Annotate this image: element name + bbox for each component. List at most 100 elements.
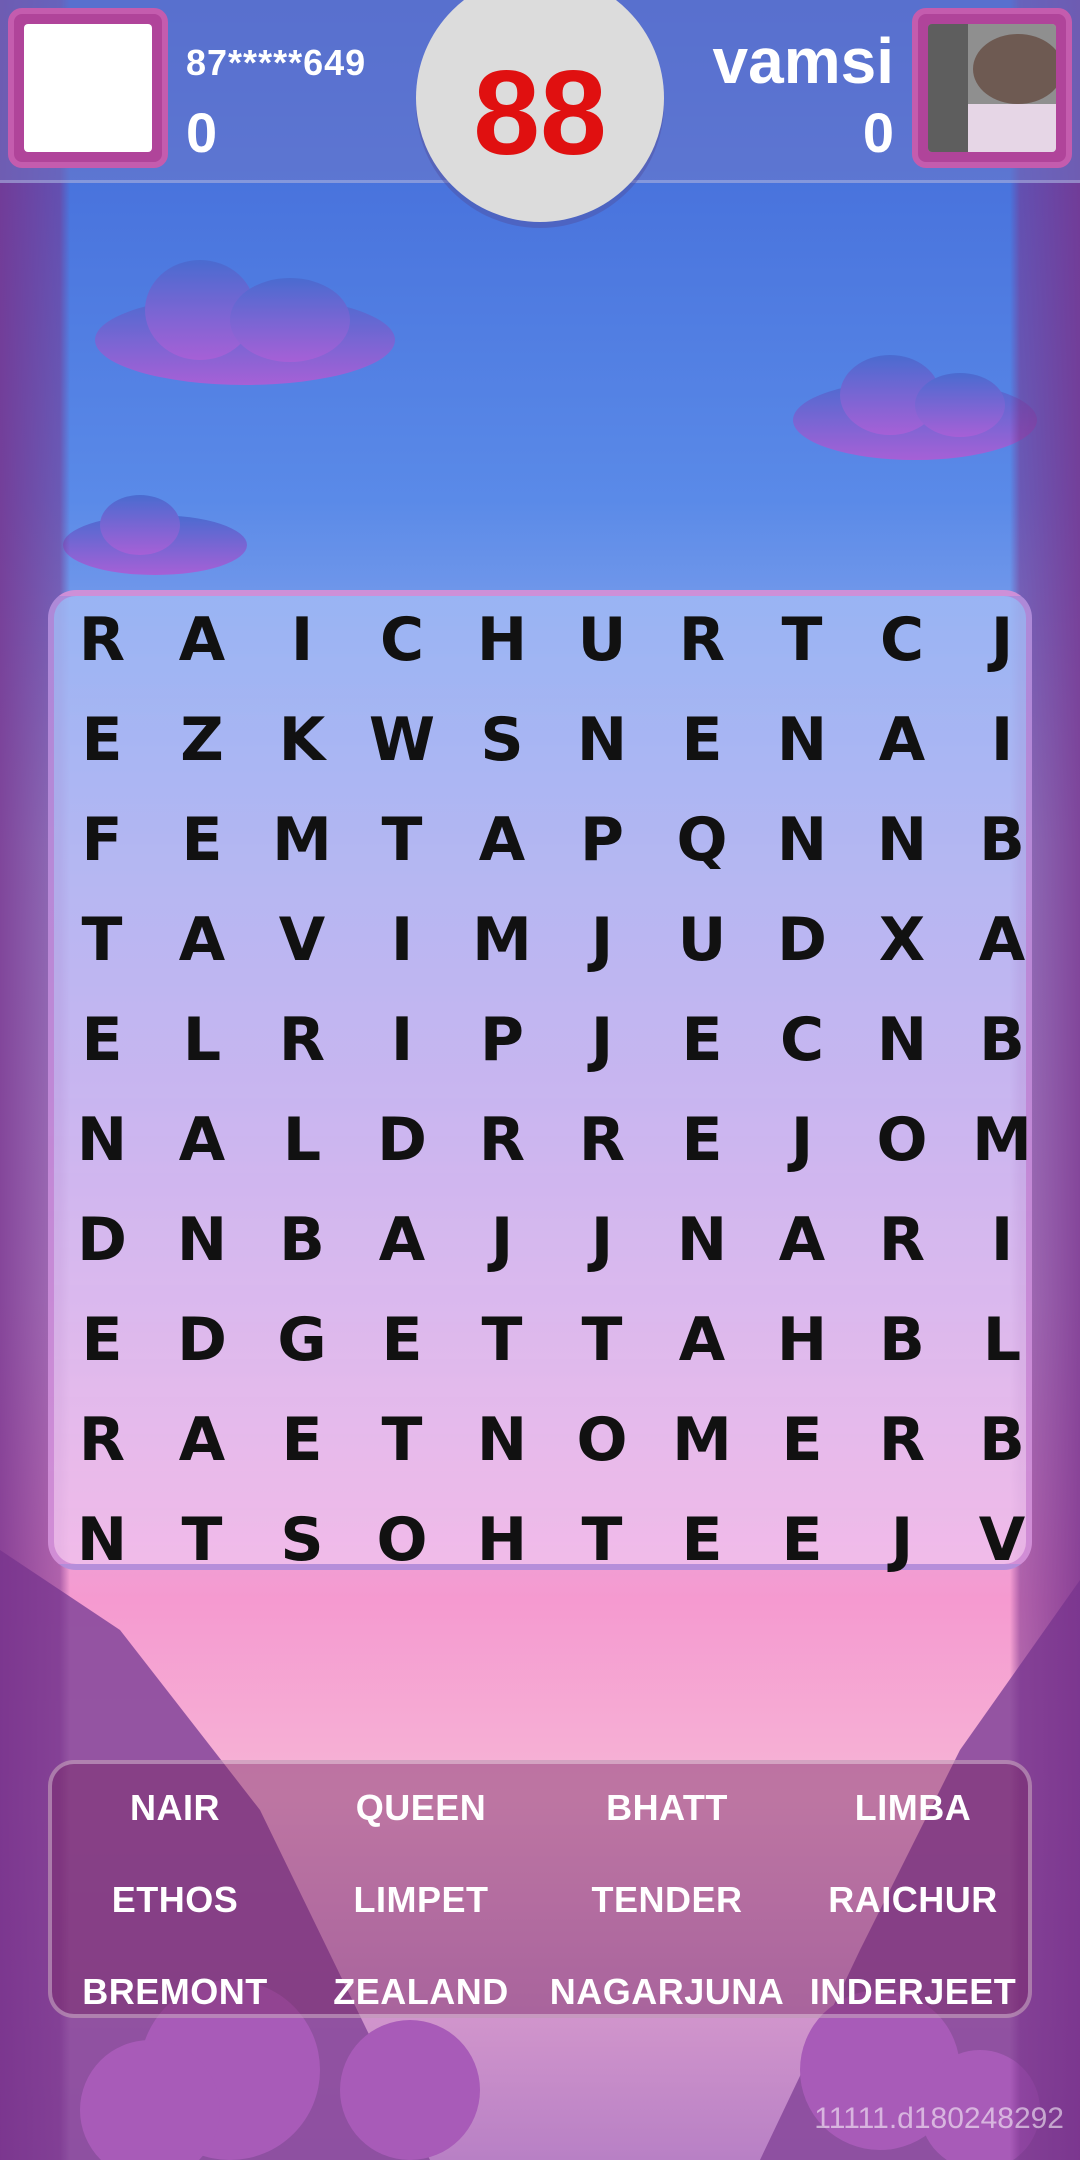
grid-cell[interactable]: G <box>252 1290 352 1390</box>
grid-cell[interactable]: N <box>552 690 652 790</box>
grid-cell[interactable]: S <box>452 690 552 790</box>
grid-cell[interactable]: E <box>652 1490 752 1590</box>
grid-cell[interactable]: L <box>152 990 252 1090</box>
grid-cell[interactable]: R <box>252 990 352 1090</box>
grid-cell[interactable]: T <box>752 590 852 690</box>
grid-cell[interactable]: R <box>652 590 752 690</box>
grid-cell[interactable]: H <box>452 1490 552 1590</box>
grid-cell[interactable]: J <box>552 990 652 1090</box>
grid-cell[interactable]: A <box>352 1190 452 1290</box>
grid-cell[interactable]: B <box>952 990 1052 1090</box>
grid-cell[interactable]: N <box>852 990 952 1090</box>
grid-cell[interactable]: B <box>252 1190 352 1290</box>
grid-cell[interactable]: A <box>852 690 952 790</box>
grid-cell[interactable]: I <box>352 890 452 990</box>
grid-cell[interactable]: A <box>752 1190 852 1290</box>
grid-cell[interactable]: J <box>852 1490 952 1590</box>
grid-cell[interactable]: M <box>252 790 352 890</box>
grid-cell[interactable]: N <box>452 1390 552 1490</box>
grid-cell[interactable]: O <box>352 1490 452 1590</box>
grid-cell[interactable]: J <box>552 1190 652 1290</box>
grid-cell[interactable]: T <box>352 790 452 890</box>
grid-cell[interactable]: B <box>852 1290 952 1390</box>
grid-cell[interactable]: A <box>452 790 552 890</box>
grid-cell[interactable]: A <box>152 890 252 990</box>
grid-cell[interactable]: K <box>252 690 352 790</box>
grid-cell[interactable]: O <box>852 1090 952 1190</box>
grid-cell[interactable]: D <box>152 1290 252 1390</box>
grid-cell[interactable]: H <box>452 590 552 690</box>
grid-cell[interactable]: L <box>252 1090 352 1190</box>
grid-cell[interactable]: J <box>452 1190 552 1290</box>
grid-cell[interactable]: E <box>52 1290 152 1390</box>
grid-cell[interactable]: A <box>952 890 1052 990</box>
grid-cell[interactable]: H <box>752 1290 852 1390</box>
grid-cell[interactable]: N <box>152 1190 252 1290</box>
grid-cell[interactable]: M <box>952 1090 1052 1190</box>
grid-cell[interactable]: I <box>352 990 452 1090</box>
grid-cell[interactable]: P <box>552 790 652 890</box>
grid-cell[interactable]: B <box>952 790 1052 890</box>
grid-cell[interactable]: E <box>52 690 152 790</box>
right-player-avatar[interactable] <box>912 8 1072 168</box>
grid-cell[interactable]: N <box>852 790 952 890</box>
grid-cell[interactable]: J <box>952 590 1052 690</box>
grid-cell[interactable]: E <box>152 790 252 890</box>
grid-cell[interactable]: R <box>552 1090 652 1190</box>
grid-cell[interactable]: D <box>752 890 852 990</box>
grid-cell[interactable]: D <box>52 1190 152 1290</box>
grid-cell[interactable]: T <box>552 1490 652 1590</box>
grid-cell[interactable]: V <box>952 1490 1052 1590</box>
grid-cell[interactable]: E <box>652 990 752 1090</box>
grid-cell[interactable]: R <box>852 1190 952 1290</box>
grid-cell[interactable]: T <box>452 1290 552 1390</box>
grid-cell[interactable]: E <box>252 1390 352 1490</box>
grid-cell[interactable]: B <box>952 1390 1052 1490</box>
grid-cell[interactable]: T <box>552 1290 652 1390</box>
grid-cell[interactable]: E <box>752 1390 852 1490</box>
grid-cell[interactable]: C <box>852 590 952 690</box>
grid-cell[interactable]: I <box>252 590 352 690</box>
grid-cell[interactable]: E <box>752 1490 852 1590</box>
grid-cell[interactable]: I <box>952 1190 1052 1290</box>
grid-cell[interactable]: N <box>752 790 852 890</box>
letter-grid[interactable]: RAICHURTCJEZKWSNENAIFEMTAPQNNBTAVIMJUDXA… <box>52 590 1032 1590</box>
grid-cell[interactable]: T <box>152 1490 252 1590</box>
grid-cell[interactable]: W <box>352 690 452 790</box>
grid-cell[interactable]: A <box>152 1390 252 1490</box>
grid-cell[interactable]: A <box>152 1090 252 1190</box>
grid-cell[interactable]: A <box>152 590 252 690</box>
grid-cell[interactable]: A <box>652 1290 752 1390</box>
grid-cell[interactable]: U <box>552 590 652 690</box>
grid-cell[interactable]: R <box>52 590 152 690</box>
grid-cell[interactable]: M <box>452 890 552 990</box>
grid-cell[interactable]: D <box>352 1090 452 1190</box>
grid-cell[interactable]: N <box>652 1190 752 1290</box>
left-player-avatar[interactable] <box>8 8 168 168</box>
grid-cell[interactable]: Z <box>152 690 252 790</box>
grid-cell[interactable]: L <box>952 1290 1052 1390</box>
grid-cell[interactable]: I <box>952 690 1052 790</box>
grid-cell[interactable]: J <box>552 890 652 990</box>
grid-cell[interactable]: N <box>52 1090 152 1190</box>
grid-cell[interactable]: R <box>852 1390 952 1490</box>
grid-cell[interactable]: C <box>752 990 852 1090</box>
grid-cell[interactable]: M <box>652 1390 752 1490</box>
grid-cell[interactable]: R <box>452 1090 552 1190</box>
grid-cell[interactable]: N <box>52 1490 152 1590</box>
grid-cell[interactable]: X <box>852 890 952 990</box>
grid-cell[interactable]: F <box>52 790 152 890</box>
grid-cell[interactable]: T <box>352 1390 452 1490</box>
grid-cell[interactable]: V <box>252 890 352 990</box>
grid-cell[interactable]: Q <box>652 790 752 890</box>
grid-cell[interactable]: E <box>652 1090 752 1190</box>
grid-cell[interactable]: E <box>652 690 752 790</box>
grid-cell[interactable]: R <box>52 1390 152 1490</box>
grid-cell[interactable]: E <box>52 990 152 1090</box>
grid-cell[interactable]: C <box>352 590 452 690</box>
grid-cell[interactable]: S <box>252 1490 352 1590</box>
grid-cell[interactable]: U <box>652 890 752 990</box>
grid-cell[interactable]: J <box>752 1090 852 1190</box>
grid-cell[interactable]: P <box>452 990 552 1090</box>
grid-cell[interactable]: T <box>52 890 152 990</box>
